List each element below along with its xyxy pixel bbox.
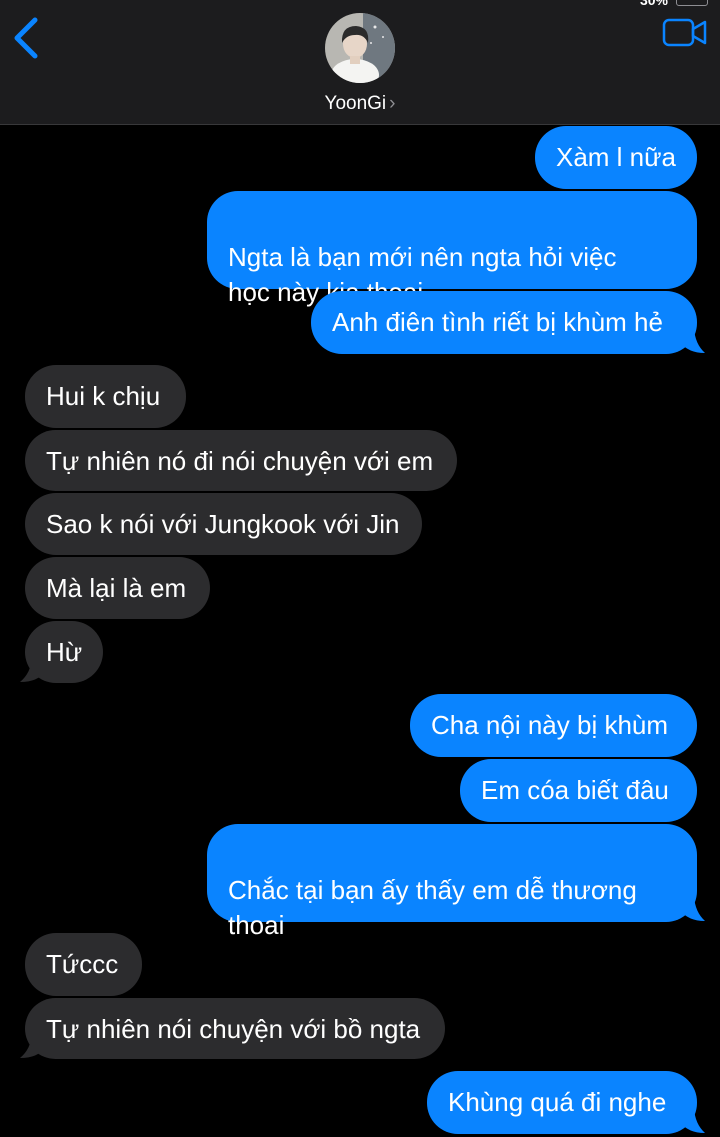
message-text: Khùng quá đi nghe <box>448 1087 667 1117</box>
message-bubble-outgoing[interactable]: Cha nội này bị khùm <box>410 694 697 757</box>
message-bubble-incoming[interactable]: Hui k chịu <box>25 365 186 428</box>
message-bubble-outgoing[interactable]: Xàm l nữa <box>535 126 697 189</box>
message-text: Anh điên tình riết bị khùm hẻ <box>332 307 663 337</box>
facetime-video-button[interactable] <box>662 16 708 50</box>
message-text: Tự nhiên nói chuyện với bồ ngta <box>46 1014 421 1044</box>
message-bubble-incoming[interactable]: Tự nhiên nói chuyện với bồ ngta <box>25 998 445 1059</box>
message-bubble-incoming[interactable]: Sao k nói với Jungkook với Jin <box>25 493 422 555</box>
message-bubble-outgoing[interactable]: Chắc tại bạn ấy thấy em dễ thương thoai <box>207 824 697 940</box>
message-bubble-outgoing[interactable]: Khùng quá đi nghe <box>427 1071 697 1134</box>
message-text: Hừ <box>46 637 83 667</box>
contact-name: YoonGi <box>324 93 387 114</box>
message-text: Xàm l nữa <box>556 142 677 172</box>
video-camera-icon <box>662 18 707 47</box>
message-text: Hui k chịu <box>46 381 161 411</box>
message-bubble-incoming[interactable]: Tứccc <box>25 933 142 996</box>
message-text: Sao k nói với Jungkook với Jin <box>46 509 400 539</box>
message-text: Chắc tại bạn ấy thấy em dễ thương thoai <box>228 875 637 940</box>
message-bubble-incoming[interactable]: Hừ <box>25 621 103 683</box>
chevron-right-icon: › <box>389 93 396 114</box>
message-text: Tứccc <box>46 949 119 979</box>
conversation-header: 30% YoonGi › <box>0 0 720 125</box>
message-bubble-outgoing[interactable]: Ngta là bạn mới nên ngta hỏi việc học nà… <box>207 191 697 307</box>
message-text: Mà lại là em <box>46 573 187 603</box>
message-bubble-outgoing[interactable]: Anh điên tình riết bị khùm hẻ <box>311 291 697 354</box>
message-bubble-incoming[interactable]: Mà lại là em <box>25 557 210 619</box>
chevron-left-icon <box>14 17 38 59</box>
message-text: Tự nhiên nó đi nói chuyện với em <box>46 446 434 476</box>
avatar-image <box>325 13 395 83</box>
back-button[interactable] <box>10 16 44 60</box>
status-bar: 30% <box>640 0 708 8</box>
battery-percentage: 30% <box>639 0 668 8</box>
contact-avatar[interactable] <box>325 13 395 83</box>
message-text: Cha nội này bị khùm <box>431 710 669 740</box>
message-bubble-incoming[interactable]: Tự nhiên nó đi nói chuyện với em <box>25 430 457 491</box>
message-text: Em cóa biết đâu <box>481 775 669 805</box>
contact-name-button[interactable]: YoonGi › <box>0 93 720 115</box>
battery-icon <box>676 0 708 6</box>
message-bubble-outgoing[interactable]: Em cóa biết đâu <box>460 759 697 822</box>
